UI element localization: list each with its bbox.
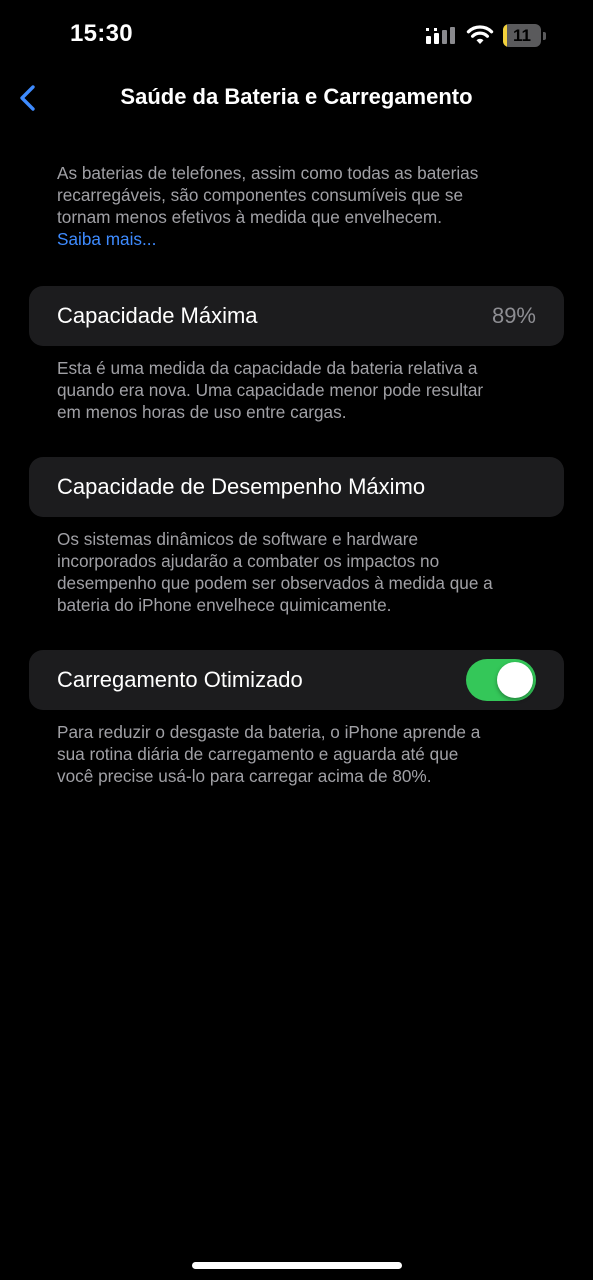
footer-line: desempenho que podem ser observados à me… (57, 573, 493, 593)
footer-line: quando era nova. Uma capacidade menor po… (57, 380, 484, 400)
intro-line: As baterias de telefones, assim como tod… (57, 163, 479, 183)
navigation-bar: Saúde da Bateria e Carregamento (0, 70, 593, 126)
max-capacity-label: Capacidade Máxima (57, 303, 258, 328)
max-capacity-row: Capacidade Máxima 89% (29, 286, 564, 346)
page-title: Saúde da Bateria e Carregamento (120, 84, 473, 109)
battery-level: 11 (513, 26, 531, 45)
max-capacity-value: 89% (491, 303, 536, 328)
intro-description: As baterias de telefones, assim como tod… (57, 162, 537, 250)
peak-performance-label: Capacidade de Desempenho Máximo (57, 474, 426, 499)
footer-line: sua rotina diária de carregamento e agua… (57, 744, 459, 764)
battery-body: 11 (503, 24, 541, 47)
footer-line: Esta é uma medida da capacidade da bater… (57, 358, 478, 378)
footer-line: você precise usá-lo para carregar acima … (57, 766, 432, 786)
optimized-charging-row: Carregamento Otimizado (29, 650, 564, 710)
footer-line: Os sistemas dinâmicos de software e hard… (57, 529, 419, 549)
status-bar: 15:30 11 (0, 0, 593, 70)
battery-cap (543, 32, 546, 40)
home-indicator[interactable] (192, 1262, 402, 1269)
optimized-charging-label: Carregamento Otimizado (57, 667, 303, 692)
intro-line: recarregáveis, são componentes consumíve… (57, 185, 464, 205)
battery-icon: 11 (503, 24, 547, 47)
wifi-icon (466, 24, 494, 46)
intro-line: tornam menos efetivos à medida que envel… (57, 207, 443, 227)
optimized-charging-toggle[interactable] (466, 659, 536, 701)
signal-icon (425, 26, 459, 46)
footer-line: em menos horas de uso entre cargas. (57, 402, 347, 422)
optimized-charging-footer: Para reduzir o desgaste da bateria, o iP… (57, 721, 537, 787)
learn-more-link[interactable]: Saiba mais... (57, 228, 156, 250)
max-capacity-footer: Esta é uma medida da capacidade da bater… (57, 357, 537, 423)
status-time: 15:30 (70, 20, 133, 47)
peak-performance-row: Capacidade de Desempenho Máximo (29, 457, 564, 517)
footer-line: incorporados ajudarão a combater os impa… (57, 551, 440, 571)
footer-line: bateria do iPhone envelhece quimicamente… (57, 595, 392, 615)
footer-line: Para reduzir o desgaste da bateria, o iP… (57, 722, 481, 742)
toggle-knob (497, 662, 533, 698)
peak-performance-footer: Os sistemas dinâmicos de software e hard… (57, 528, 537, 616)
